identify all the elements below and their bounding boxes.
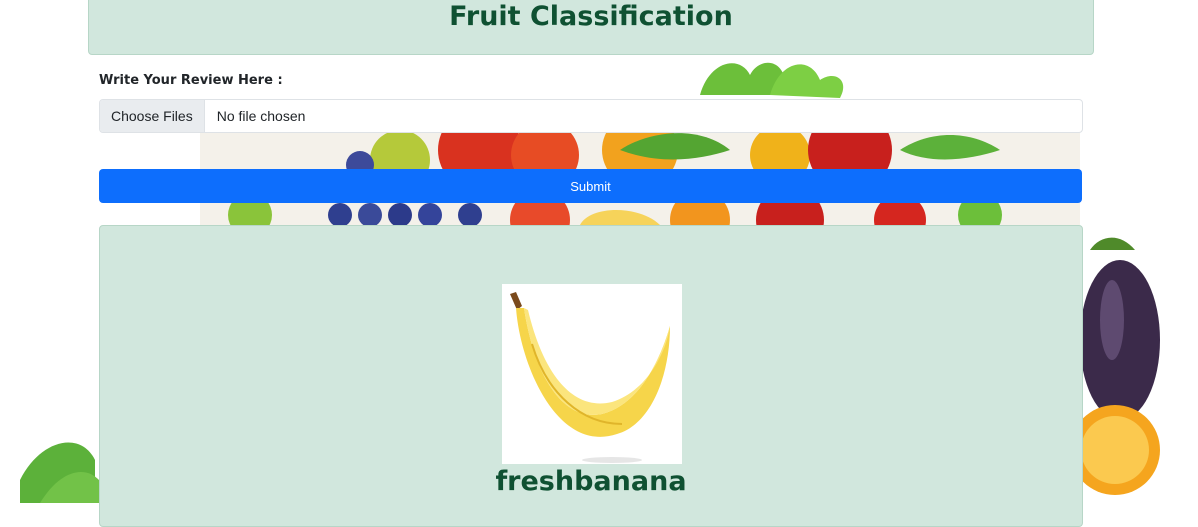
prediction-label: freshbanana (495, 466, 687, 497)
submit-button[interactable]: Submit (99, 169, 1082, 203)
banana-image (502, 284, 682, 464)
choose-files-button[interactable]: Choose Files (100, 100, 205, 132)
eggplant-orange-right (1070, 237, 1160, 495)
leaf-cluster-top (700, 62, 844, 98)
leaf-cluster-bottom-left (20, 442, 99, 503)
page-header: Fruit Classification (88, 0, 1094, 55)
result-card: freshbanana (99, 225, 1083, 527)
file-input[interactable]: Choose Files No file chosen (99, 99, 1083, 133)
page-title: Fruit Classification (449, 1, 733, 32)
review-label: Write Your Review Here : (99, 73, 283, 88)
file-status-text: No file chosen (216, 108, 306, 124)
